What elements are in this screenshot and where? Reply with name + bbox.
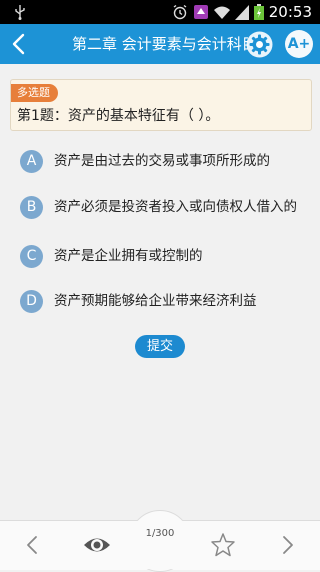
page-indicator: 1/300 (145, 528, 175, 539)
status-time: 20:53 (268, 3, 312, 21)
signal-icon (235, 5, 249, 20)
usb-icon (15, 5, 25, 20)
question-type-badge: 多选题 (11, 84, 58, 102)
option-letter-badge: C (20, 245, 43, 268)
option-text: 资产是由过去的交易或事项所形成的 (54, 153, 270, 169)
font-size-label: A+ (287, 36, 311, 52)
option-letter-badge: D (20, 290, 43, 313)
option-text: 资产预期能够给企业带来经济利益 (54, 293, 257, 309)
chapter-title: 第二章 会计要素与会计科目 (72, 35, 248, 53)
option-text: 资产必须是投资者投入或向债权人借入的 (54, 199, 297, 215)
font-size-button[interactable]: A+ (285, 30, 313, 58)
alarm-icon (173, 4, 187, 20)
question-card: 多选题 第1题：资产的基本特征有（ ）。 (10, 79, 312, 131)
battery-icon (254, 4, 264, 20)
next-question-icon[interactable] (278, 534, 298, 556)
settings-gear-icon[interactable] (246, 31, 273, 58)
wifi-icon (214, 6, 230, 19)
status-bar: 20:53 (0, 0, 320, 24)
option-letter-badge: B (20, 196, 43, 219)
app-notification-icon (194, 5, 208, 19)
question-text: 第1题：资产的基本特征有（ ）。 (17, 108, 220, 124)
back-arrow-icon[interactable] (6, 30, 34, 58)
option-text: 资产是企业拥有或控制的 (54, 248, 203, 264)
app-header: 第二章 会计要素与会计科目 A+ (0, 24, 320, 64)
previous-question-icon[interactable] (22, 534, 42, 556)
submit-button[interactable]: 提交 (135, 335, 185, 358)
favorite-star-icon[interactable] (210, 532, 236, 557)
eye-icon[interactable] (82, 533, 112, 557)
option-letter-badge: A (20, 150, 43, 173)
